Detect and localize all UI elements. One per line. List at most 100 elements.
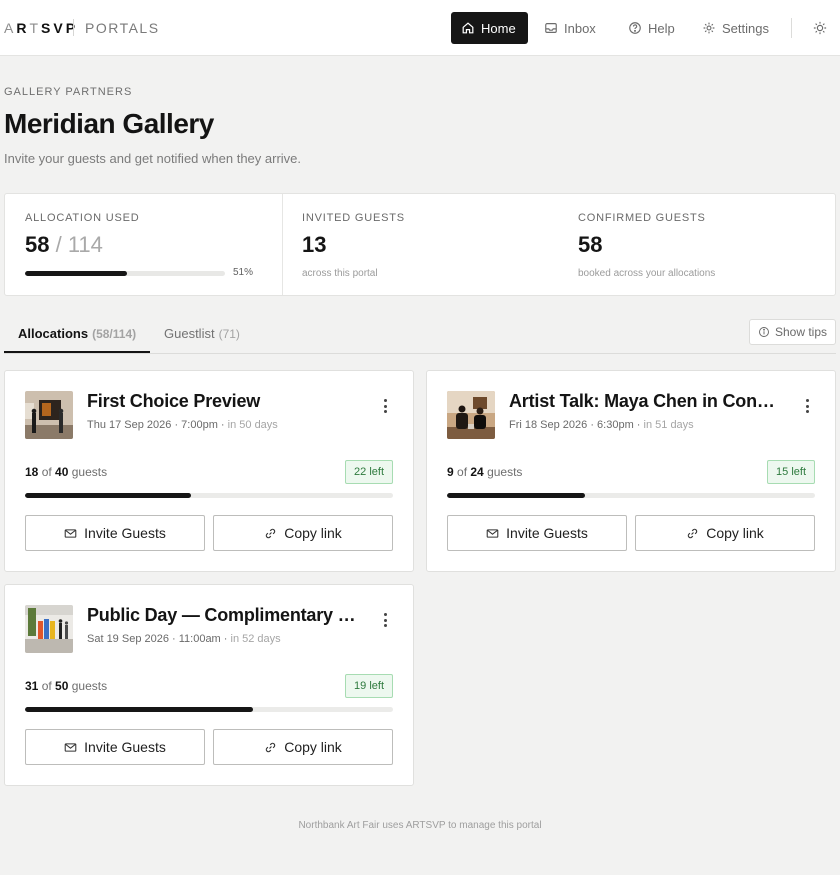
- link-icon: [688, 528, 698, 538]
- invite-guests-label: Invite Guests: [506, 525, 588, 541]
- guest-count-used: 18: [25, 465, 39, 479]
- event-thumbnail: [447, 391, 495, 439]
- nav-help-button[interactable]: Help: [618, 12, 685, 44]
- guest-progress: [447, 493, 815, 498]
- logo-letter: T: [29, 20, 42, 36]
- event-title: Public Day — Complimentary Tickets: [87, 605, 359, 625]
- guest-count-total: 24: [470, 465, 484, 479]
- kebab-dot: [383, 613, 387, 616]
- page-subtitle: Invite your guests and get notified when…: [4, 151, 302, 166]
- guest-count-unit: guests: [483, 465, 523, 479]
- theme-toggle-button[interactable]: [808, 16, 832, 40]
- nav-divider: [791, 18, 792, 38]
- invited-label: INVITED GUESTS: [302, 212, 405, 224]
- confirmed-label: CONFIRMED GUESTS: [578, 212, 706, 224]
- tab-active-indicator: [4, 351, 150, 353]
- event-thumbnail: [25, 391, 73, 439]
- nav-inbox-button[interactable]: Inbox: [534, 12, 606, 44]
- more-options-button[interactable]: [801, 397, 813, 415]
- logo-letter: A: [4, 20, 17, 36]
- event-relative-time: in 50 days: [227, 419, 278, 431]
- allocation-label: ALLOCATION USED: [25, 212, 140, 224]
- copy-link-label: Copy link: [284, 739, 342, 755]
- copy-link-button[interactable]: Copy link: [635, 515, 815, 551]
- inbox-icon: [545, 23, 557, 33]
- tab-guestlist[interactable]: Guestlist (71): [164, 326, 240, 341]
- stat-divider: [282, 194, 283, 295]
- event-title: Artist Talk: Maya Chen in Conversation: [509, 391, 781, 411]
- tab-label: Allocations: [18, 326, 89, 341]
- sun-icon: [813, 21, 827, 35]
- show-tips-button[interactable]: Show tips: [749, 319, 836, 345]
- invited-note: across this portal: [302, 268, 378, 279]
- more-options-button[interactable]: [379, 397, 391, 415]
- invite-guests-button[interactable]: Invite Guests: [25, 515, 205, 551]
- copy-link-button[interactable]: Copy link: [213, 729, 393, 765]
- allocation-total: / 114: [49, 232, 103, 257]
- invite-guests-label: Invite Guests: [84, 739, 166, 755]
- allocation-value: 58 / 114: [25, 232, 103, 258]
- invite-guests-button[interactable]: Invite Guests: [447, 515, 627, 551]
- more-options-button[interactable]: [379, 611, 391, 629]
- nav-settings-button[interactable]: Settings: [692, 12, 779, 44]
- confirmed-note: booked across your allocations: [578, 268, 716, 279]
- allocation-card: First Choice Preview Thu 17 Sep 2026 · 7…: [4, 370, 414, 572]
- allocation-card: Artist Talk: Maya Chen in Conversation F…: [426, 370, 836, 572]
- allocation-progress-fill: [25, 271, 127, 276]
- home-icon: [462, 22, 474, 34]
- invite-guests-button[interactable]: Invite Guests: [25, 729, 205, 765]
- copy-link-button[interactable]: Copy link: [213, 515, 393, 551]
- kebab-dot: [805, 399, 809, 402]
- allocation-percent: 51%: [233, 267, 254, 278]
- guest-count-total: 40: [55, 465, 69, 479]
- guest-count-total: 50: [55, 679, 69, 693]
- remaining-badge: 19 left: [345, 674, 393, 698]
- gear-icon: [703, 22, 715, 34]
- nav-home-button[interactable]: Home: [451, 12, 528, 44]
- kebab-dot: [805, 410, 809, 413]
- logo-letter: R: [16, 20, 30, 36]
- nav-label: Inbox: [564, 20, 596, 36]
- guest-count: 18 of 40 guests: [25, 465, 107, 479]
- event-datetime: Fri 18 Sep 2026 · 6:30pm ·: [509, 419, 641, 431]
- envelope-icon: [64, 528, 77, 538]
- tab-allocations[interactable]: Allocations (58/114): [18, 326, 136, 341]
- event-relative-time: in 51 days: [643, 419, 694, 431]
- remaining-badge: 15 left: [767, 460, 815, 484]
- event-date: Fri 18 Sep 2026 · 6:30pm · in 51 days: [509, 419, 694, 431]
- invited-value: 13: [302, 232, 327, 257]
- event-datetime: Thu 17 Sep 2026 · 7:00pm ·: [87, 419, 225, 431]
- top-bar: A R T SVP PORTALS Home Inbox Help Settings: [0, 0, 840, 56]
- link-icon: [266, 742, 276, 752]
- logo[interactable]: A R T SVP: [4, 20, 78, 36]
- guest-progress-fill: [447, 493, 585, 498]
- kebab-dot: [383, 410, 387, 413]
- nav-label: Help: [648, 20, 675, 36]
- guest-count-unit: guests: [68, 465, 108, 479]
- confirmed-value: 58: [578, 232, 603, 257]
- guest-progress: [25, 493, 393, 498]
- allocation-card: Public Day — Complimentary Tickets Sat 1…: [4, 584, 414, 786]
- kebab-dot: [383, 624, 387, 627]
- logo-divider: [73, 19, 74, 36]
- info-icon: [758, 327, 769, 337]
- event-title: First Choice Preview: [87, 391, 261, 411]
- kebab-dot: [383, 404, 387, 408]
- help-icon: [629, 22, 641, 34]
- event-date: Thu 17 Sep 2026 · 7:00pm · in 50 days: [87, 419, 278, 431]
- tab-count: (58/114): [92, 327, 137, 341]
- invite-guests-label: Invite Guests: [84, 525, 166, 541]
- allocation-progress: [25, 271, 225, 276]
- guest-count-of: of: [38, 679, 56, 693]
- guest-count-of: of: [453, 465, 471, 479]
- section-label: PORTALS: [85, 20, 160, 36]
- tab-label: Guestlist: [164, 326, 215, 341]
- envelope-icon: [64, 742, 77, 752]
- event-relative-time: in 52 days: [230, 633, 281, 645]
- kebab-dot: [805, 404, 809, 408]
- link-icon: [266, 528, 276, 538]
- kebab-dot: [383, 618, 387, 622]
- kebab-dot: [383, 399, 387, 402]
- show-tips-label: Show tips: [774, 325, 828, 339]
- page-eyebrow: GALLERY PARTNERS: [4, 86, 133, 98]
